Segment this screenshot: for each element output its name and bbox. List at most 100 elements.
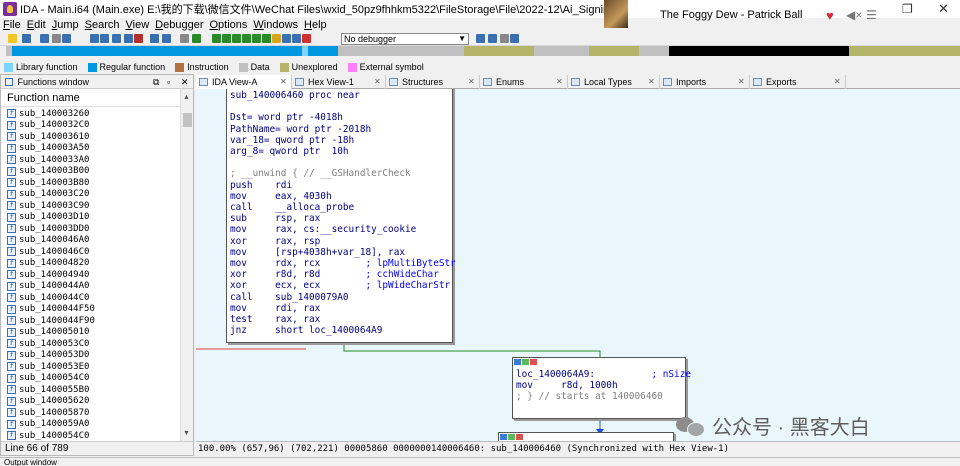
tab-close-icon[interactable]: ✕ bbox=[738, 75, 745, 89]
function-list-item[interactable]: f sub_140005010 bbox=[1, 327, 181, 339]
code-line[interactable]: mov rdx, rcx ; lpMultiByteStr bbox=[230, 258, 456, 269]
function-name-column-header[interactable]: Function name bbox=[1, 89, 193, 107]
menu-file[interactable]: File bbox=[0, 18, 24, 32]
function-list-item[interactable]: f sub_1400044F90 bbox=[1, 315, 181, 327]
function-list-item[interactable]: f sub_1400033A0 bbox=[1, 154, 181, 166]
code-line[interactable]: ; } // starts at 140006460 bbox=[516, 391, 682, 402]
toolbar-button-icon[interactable] bbox=[212, 34, 221, 43]
toolbar-button-icon[interactable] bbox=[292, 34, 301, 43]
menu-jump[interactable]: Jump bbox=[49, 18, 82, 32]
tab-local-types[interactable]: Local Types ✕ bbox=[568, 75, 660, 89]
code-line[interactable]: sub rsp, rax bbox=[230, 213, 449, 224]
code-line[interactable]: mov eax, 4030h bbox=[230, 191, 449, 202]
toolbar-button-icon[interactable] bbox=[90, 34, 99, 43]
toolbar-button-icon[interactable] bbox=[100, 34, 109, 43]
function-list-item[interactable]: f sub_1400044A0 bbox=[1, 281, 181, 293]
code-line[interactable]: ; __unwind { // __GSHandlerCheck bbox=[230, 168, 449, 179]
menu-edit[interactable]: Edit bbox=[24, 18, 49, 32]
toolbar-button-icon[interactable] bbox=[488, 34, 497, 43]
function-list-item[interactable]: f sub_140003C20 bbox=[1, 189, 181, 201]
function-list-item[interactable]: f sub_140003A50 bbox=[1, 143, 181, 155]
tab-close-icon[interactable]: ✕ bbox=[648, 75, 655, 89]
toolbar-button-icon[interactable] bbox=[134, 34, 143, 43]
code-line[interactable]: mov r8d, 1000h bbox=[516, 380, 682, 391]
tab-close-icon[interactable]: ✕ bbox=[468, 75, 475, 89]
block-ungroup-icon[interactable] bbox=[530, 359, 537, 365]
function-list-item[interactable]: f sub_140003B00 bbox=[1, 166, 181, 178]
toolbar-button-icon[interactable] bbox=[124, 34, 133, 43]
toolbar-button-icon[interactable] bbox=[262, 34, 271, 43]
toolbar-button-icon[interactable] bbox=[476, 34, 485, 43]
code-line[interactable]: loc_1400064A9: ; nSize bbox=[516, 369, 691, 380]
code-line[interactable]: jnz short loc_1400064A9 bbox=[230, 325, 449, 336]
code-line[interactable] bbox=[230, 101, 449, 112]
toolbar-button-icon[interactable] bbox=[272, 34, 281, 43]
block-group-icon[interactable] bbox=[522, 359, 529, 365]
function-list-item[interactable]: f sub_1400044F50 bbox=[1, 304, 181, 316]
tab-hex-view-1[interactable]: Hex View-1 ✕ bbox=[292, 75, 386, 89]
function-list-item[interactable]: f sub_140004940 bbox=[1, 269, 181, 281]
block-ungroup-icon[interactable] bbox=[516, 434, 523, 440]
function-list-item[interactable]: f sub_140005870 bbox=[1, 407, 181, 419]
code-line[interactable]: test rax, rax bbox=[230, 314, 449, 325]
close-window-icon[interactable]: ✕ bbox=[938, 1, 949, 17]
tab-close-icon[interactable]: ✕ bbox=[556, 75, 563, 89]
tab-imports[interactable]: Imports ✕ bbox=[660, 75, 750, 89]
menu-search[interactable]: Search bbox=[82, 18, 123, 32]
function-list-item[interactable]: f sub_1400053D0 bbox=[1, 350, 181, 362]
block-color-icon[interactable] bbox=[514, 359, 521, 365]
code-line[interactable]: call __alloca_probe bbox=[230, 202, 449, 213]
toolbar-button-icon[interactable] bbox=[252, 34, 261, 43]
toolbar-button-icon[interactable] bbox=[222, 34, 231, 43]
functions-scrollbar[interactable]: ▲ ▼ bbox=[180, 89, 193, 441]
settings-icon[interactable]: ☰ bbox=[866, 8, 877, 22]
debugger-select[interactable]: No debugger ▼ bbox=[341, 33, 469, 45]
code-line[interactable]: arg_8= qword ptr 10h bbox=[230, 146, 449, 157]
menu-debugger[interactable]: Debugger bbox=[152, 18, 206, 32]
function-list-item[interactable]: f sub_1400054C0 bbox=[1, 430, 181, 442]
toolbar-button-icon[interactable] bbox=[62, 34, 71, 43]
toolbar-button-icon[interactable] bbox=[40, 34, 49, 43]
toolbar-button-icon[interactable] bbox=[22, 34, 31, 43]
toolbar-button-icon[interactable] bbox=[500, 34, 509, 43]
function-list-item[interactable]: f sub_140003B80 bbox=[1, 177, 181, 189]
code-line[interactable]: mov rdi, rax bbox=[230, 303, 449, 314]
menu-options[interactable]: Options bbox=[206, 18, 250, 32]
toolbar-button-icon[interactable] bbox=[232, 34, 241, 43]
code-block-next[interactable] bbox=[498, 432, 674, 441]
navigation-band[interactable] bbox=[0, 46, 960, 56]
tab-exports[interactable]: Exports ✕ bbox=[750, 75, 846, 89]
code-line[interactable] bbox=[230, 157, 449, 168]
toolbar-button-icon[interactable] bbox=[282, 34, 291, 43]
function-list-item[interactable]: f sub_140003610 bbox=[1, 131, 181, 143]
function-list-item[interactable]: f sub_1400059A0 bbox=[1, 419, 181, 431]
code-block-loc-1400064a9[interactable]: loc_1400064A9: ; nSize mov r8d, 1000h; } … bbox=[512, 357, 691, 419]
code-line[interactable]: mov [rsp+4038h+var_18], rax bbox=[230, 247, 449, 258]
function-list-item[interactable]: f sub_1400053E0 bbox=[1, 361, 181, 373]
code-line[interactable]: xor ecx, ecx ; lpWideCharStr bbox=[230, 280, 450, 291]
scroll-down-icon[interactable]: ▼ bbox=[183, 430, 190, 437]
function-list-item[interactable]: f sub_1400055B0 bbox=[1, 384, 181, 396]
code-line[interactable]: xor rax, rsp bbox=[230, 236, 449, 247]
ida-graph-view[interactable]: sub_140006460 proc near Dst= word ptr -4… bbox=[196, 89, 960, 441]
tab-close-icon[interactable]: ✕ bbox=[834, 75, 841, 89]
block-group-icon[interactable] bbox=[508, 434, 515, 440]
toolbar-button-icon[interactable] bbox=[112, 34, 121, 43]
menu-windows[interactable]: Windows bbox=[250, 18, 301, 32]
menu-help[interactable]: Help bbox=[301, 18, 330, 32]
function-list-item[interactable]: f sub_140003D10 bbox=[1, 212, 181, 224]
code-line[interactable]: PathName= word ptr -2018h bbox=[230, 124, 449, 135]
pin-icon[interactable]: ⧉ bbox=[153, 75, 159, 89]
tab-enums[interactable]: Enums ✕ bbox=[480, 75, 568, 89]
code-line[interactable]: xor r8d, r8d ; cchWideChar bbox=[230, 269, 449, 280]
code-line[interactable]: mov rax, cs:__security_cookie bbox=[230, 224, 449, 235]
function-list-item[interactable]: f sub_1400046A0 bbox=[1, 235, 181, 247]
toolbar-button-icon[interactable] bbox=[242, 34, 251, 43]
toolbar-button-icon[interactable] bbox=[162, 34, 171, 43]
function-list-item[interactable]: f sub_1400032C0 bbox=[1, 120, 181, 132]
toolbar-button-icon[interactable] bbox=[180, 34, 189, 43]
function-list-item[interactable]: f sub_140003DD0 bbox=[1, 223, 181, 235]
toolbar-button-icon[interactable] bbox=[510, 34, 519, 43]
restore-window-icon[interactable]: ❐ bbox=[902, 2, 913, 16]
function-list-item[interactable]: f sub_1400044C0 bbox=[1, 292, 181, 304]
